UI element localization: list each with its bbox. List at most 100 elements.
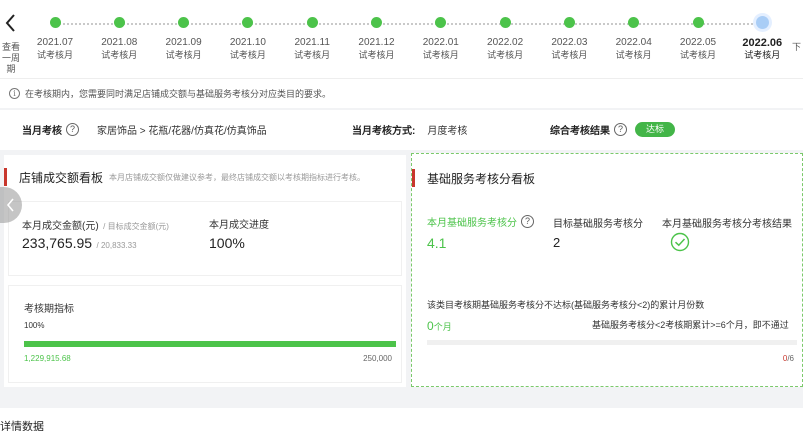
fail-months-card: 该类目考核期基础服务考核分不达标(基础服务考核分<2)的累计月份数 0个月 基础… — [416, 284, 800, 382]
month-date: 2021.09 — [165, 37, 202, 48]
question-icon[interactable]: ? — [614, 123, 627, 136]
score-label: 本月基础服务考核分 — [427, 218, 517, 229]
gmv-month-card: 本月成交金额(元) / 目标成交金额(元) 233,765.95 / 20,83… — [8, 201, 402, 276]
month-status: 试考核月 — [36, 50, 73, 60]
next-period-link[interactable]: 下 — [792, 42, 803, 53]
gmv-panel: 店铺成交额看板 本月店铺成交额仅做建议参考，最终店铺成交额以考核期指标进行考核。… — [4, 155, 406, 387]
month-date: 2022.03 — [551, 37, 588, 48]
timeline-month-2022-01[interactable]: 2022.01 试考核月 — [409, 16, 473, 61]
month-status-dot — [692, 17, 704, 28]
notice-text: 在考核期内，您需要同时满足店铺成交额与基础服务考核分对应类目的要求。 — [25, 89, 332, 99]
month-date: 2021.07 — [36, 37, 74, 48]
rule-text: 基础服务考核分<2考核期累计>=6个月，即不通过 — [592, 320, 789, 330]
gmv-period-card: 考核期指标 100% 1,229,915.68 250,000 — [8, 285, 402, 383]
period-percent: 100% — [24, 321, 45, 330]
method-value: 月度考核 — [427, 126, 468, 137]
fail-months-unit: 个月 — [433, 322, 452, 332]
month-timeline: 查看 一周期 2021.07 试考核月 2021.08 试考核月 2021.09 试考核月… — [0, 0, 803, 78]
month-date: 2022.06 — [742, 37, 783, 49]
month-status-dot — [628, 17, 640, 28]
timeline-month-2021-07[interactable]: 2021.07 试考核月 — [23, 16, 87, 61]
target-score-label: 目标基础服务考核分 — [553, 219, 643, 230]
summary-row: 当月考核 ? 家居饰品 > 花瓶/花器/仿真花/仿真饰品 当月考核方式: 月度考… — [0, 110, 803, 150]
chevron-left-icon — [6, 198, 14, 212]
score-result-label: 本月基础服务考核分考核结果 — [662, 219, 792, 230]
progress-label: 本月成交进度 — [209, 220, 269, 231]
period-target-value: 250,000 — [363, 354, 392, 363]
notice-bar: i 在考核期内，您需要同时满足店铺成交额与基础服务考核分对应类目的要求。 — [0, 78, 803, 108]
month-status: 试考核月 — [551, 50, 588, 60]
month-status-dot — [755, 16, 769, 29]
month-status-dot — [499, 17, 511, 28]
amount-value: 233,765.95 — [22, 235, 93, 251]
month-status: 试考核月 — [744, 50, 781, 60]
amount-label: 本月成交金额(元) — [22, 221, 99, 232]
fail-months-title: 该类目考核期基础服务考核分不达标(基础服务考核分<2)的累计月份数 — [427, 300, 705, 310]
month-status: 试考核月 — [294, 50, 331, 60]
month-status-dot — [113, 17, 125, 28]
score-value: 4.1 — [427, 235, 447, 251]
month-status-dot — [563, 17, 575, 28]
target-score-value: 2 — [553, 235, 561, 250]
timeline-month-2021-12[interactable]: 2021.12 试考核月 — [345, 16, 409, 61]
method-label: 当月考核方式: — [352, 126, 416, 137]
fail-months-value: 0 — [427, 319, 434, 333]
month-status: 试考核月 — [615, 50, 652, 60]
service-score-card: 本月基础服务考核分 ? 4.1 目标基础服务考核分 2 本月基础服务考核分考核结… — [416, 202, 800, 274]
month-status-dot — [371, 17, 382, 28]
month-date: 2021.10 — [229, 37, 266, 48]
month-status: 试考核月 — [422, 50, 459, 60]
timeline-month-2022-04[interactable]: 2022.04 试考核月 — [602, 16, 666, 61]
info-icon: i — [9, 88, 20, 99]
details-title: 详情数据 — [0, 421, 44, 431]
section-marker — [4, 168, 7, 186]
month-status-dot — [242, 17, 254, 28]
period-progress-bar — [24, 341, 396, 347]
fail-count-total: /6 — [787, 354, 794, 363]
month-status-dot — [306, 17, 318, 28]
month-status: 试考核月 — [679, 50, 716, 60]
period-current-value: 1,229,915.68 — [24, 354, 71, 363]
month-date: 2022.02 — [487, 37, 524, 48]
timeline-month-2021-10[interactable]: 2021.10 试考核月 — [216, 16, 280, 61]
gmv-panel-subtitle: 本月店铺成交额仅做建议参考，最终店铺成交额以考核期指标进行考核。 — [109, 172, 366, 182]
target-amount-value: / 20,833.33 — [96, 241, 137, 250]
month-exam-label: 当月考核 — [22, 126, 62, 137]
month-status: 试考核月 — [101, 50, 138, 60]
fail-count-bar — [427, 340, 797, 345]
check-circle-icon — [670, 232, 690, 252]
month-status: 试考核月 — [487, 50, 524, 60]
timeline-month-2021-09[interactable]: 2021.09 试考核月 — [152, 16, 216, 61]
question-icon[interactable]: ? — [66, 123, 79, 136]
prev-period-link[interactable]: 查看 一周期 — [0, 42, 22, 75]
month-date: 2022.05 — [679, 37, 717, 48]
month-status: 试考核月 — [165, 50, 202, 60]
month-date: 2022.04 — [615, 37, 652, 48]
timeline-month-2022-02[interactable]: 2022.02 试考核月 — [473, 16, 537, 61]
back-arrow-button[interactable] — [0, 10, 20, 36]
category-path: 家居饰品 > 花瓶/花器/仿真花/仿真饰品 — [97, 126, 267, 137]
timeline-month-2021-08[interactable]: 2021.08 试考核月 — [87, 16, 151, 61]
target-amount-label: / 目标成交金额(元) — [103, 222, 169, 231]
question-icon[interactable]: ? — [521, 215, 534, 228]
month-date: 2021.08 — [101, 37, 138, 48]
service-panel-title: 基础服务考核分看板 — [427, 171, 536, 186]
month-date: 2021.12 — [358, 37, 395, 48]
month-status-dot — [178, 17, 190, 28]
service-score-panel: 基础服务考核分看板 本月基础服务考核分 ? 4.1 目标基础服务考核分 2 本月… — [411, 153, 803, 387]
timeline-month-2022-06[interactable]: 2022.06 试考核月 — [730, 16, 794, 61]
result-label: 综合考核结果 — [550, 126, 610, 137]
month-status-dot — [435, 17, 447, 28]
month-status: 试考核月 — [358, 50, 395, 60]
section-marker — [412, 169, 415, 187]
details-section: 详情数据 — [0, 408, 803, 431]
month-status: 试考核月 — [229, 50, 266, 60]
timeline-month-2021-11[interactable]: 2021.11 试考核月 — [280, 16, 344, 61]
timeline-month-2022-05[interactable]: 2022.05 试考核月 — [666, 16, 730, 61]
gmv-panel-title: 店铺成交额看板 — [19, 170, 104, 185]
period-label: 考核期指标 — [24, 304, 74, 315]
timeline-month-2022-03[interactable]: 2022.03 试考核月 — [537, 16, 601, 61]
status-badge: 达标 — [635, 122, 676, 137]
month-status-dot — [49, 17, 61, 28]
chevron-left-icon — [5, 14, 15, 32]
